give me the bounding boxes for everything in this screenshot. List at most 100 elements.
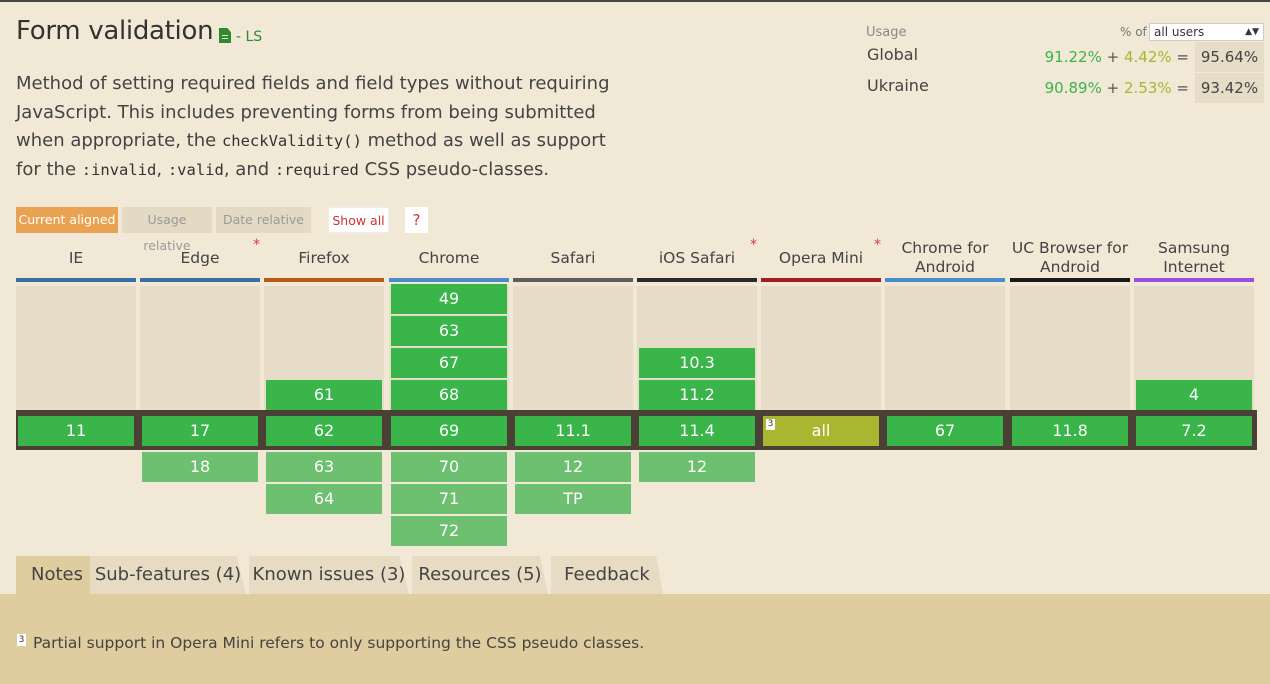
total-support-pct: 95.64% — [1195, 42, 1264, 72]
usage-label: Usage — [866, 25, 907, 40]
note-number: 3 — [17, 634, 26, 646]
user-scope-value: all users — [1154, 25, 1205, 39]
current-version-cell[interactable]: 11.1 — [515, 416, 631, 446]
version-label: 17 — [189, 421, 211, 440]
equals-sign: = — [1176, 79, 1189, 97]
usage-calc: 91.22% + 4.42% = — [1045, 48, 1189, 66]
current-version-cell[interactable]: 69 — [391, 416, 507, 446]
tab-resources[interactable]: Resources (5) — [412, 556, 548, 594]
past-versions-area — [761, 286, 881, 410]
browser-color-bar — [885, 278, 1005, 282]
browser-color-bar — [1134, 278, 1254, 282]
description-text: , — [156, 158, 168, 180]
user-scope-select[interactable]: all users ▲▼ — [1149, 23, 1264, 41]
version-cell[interactable]: 49 — [391, 284, 507, 314]
current-version-cell[interactable]: 11.8 — [1012, 416, 1128, 446]
browser-header-ie: IE — [16, 240, 136, 276]
description-text: CSS pseudo-classes. — [358, 158, 550, 180]
version-label: 7.2 — [1181, 421, 1207, 440]
version-cell[interactable]: 4 — [1136, 380, 1252, 410]
code-snippet: :invalid — [81, 160, 157, 179]
usage-row-global: Global 91.22% + 4.42% = 95.64% — [866, 42, 1264, 72]
version-cell[interactable]: 11.2 — [639, 380, 755, 410]
feature-description: Method of setting required fields and fi… — [16, 70, 616, 184]
show-all-button[interactable]: Show all — [328, 207, 389, 233]
browser-name: iOS Safari — [658, 248, 736, 267]
tab-sub-features[interactable]: Sub-features (4) — [90, 556, 246, 594]
current-version-cell[interactable]: 7.2 — [1136, 416, 1252, 446]
top-border — [0, 0, 1270, 2]
version-cell[interactable]: 70 — [391, 452, 507, 482]
asterisk-icon: * — [874, 237, 881, 253]
current-aligned-button[interactable]: Current aligned — [16, 207, 118, 233]
help-button[interactable]: ? — [405, 207, 428, 233]
past-versions-area — [1010, 286, 1130, 410]
browser-color-bar — [264, 278, 384, 282]
usage-calc: 90.89% + 2.53% = — [1045, 79, 1189, 97]
version-cell[interactable]: 12 — [515, 452, 631, 482]
browser-header-firefox: Firefox — [264, 240, 384, 276]
spec-status-label[interactable]: - LS — [236, 29, 262, 45]
version-cell[interactable]: 63 — [391, 316, 507, 346]
usage-row-ukraine: Ukraine 90.89% + 2.53% = 93.42% — [866, 73, 1264, 103]
code-snippet: checkValidity() — [221, 132, 362, 150]
browser-color-bar — [140, 278, 260, 282]
browser-name: UC Browser for Android — [1011, 239, 1129, 276]
tab-known-issues[interactable]: Known issues (3) — [249, 556, 409, 594]
code-snippet: :valid — [167, 160, 224, 179]
region-name: Ukraine — [867, 76, 929, 95]
tab-notes[interactable]: Notes — [16, 556, 98, 594]
select-arrows-icon: ▲▼ — [1245, 27, 1259, 37]
version-cell[interactable]: 67 — [391, 348, 507, 378]
browser-color-bar — [761, 278, 881, 282]
past-versions-area — [513, 286, 633, 410]
version-cell[interactable]: 63 — [266, 452, 382, 482]
version-cell[interactable]: 18 — [142, 452, 258, 482]
current-version-cell[interactable]: 11.4 — [639, 416, 755, 446]
browser-header-chrome: Chrome — [389, 240, 509, 276]
browser-color-bar — [389, 278, 509, 282]
browser-header-ios-safari: iOS Safari * — [637, 237, 757, 276]
past-versions-area — [16, 286, 136, 410]
document-icon[interactable] — [219, 28, 231, 43]
full-support-pct: 90.89% — [1044, 79, 1102, 97]
version-label: all — [811, 421, 831, 440]
description-text: , and — [223, 158, 275, 180]
version-label: 11 — [65, 421, 87, 440]
feature-title: Form validation — [16, 16, 214, 46]
version-cell[interactable]: 10.3 — [639, 348, 755, 378]
code-snippet: :required — [274, 160, 359, 179]
tab-feedback[interactable]: Feedback — [551, 556, 663, 594]
equals-sign: = — [1176, 48, 1189, 66]
version-cell[interactable]: TP — [515, 484, 631, 514]
date-relative-button[interactable]: Date relative — [216, 207, 311, 233]
region-name: Global — [867, 45, 919, 64]
version-cell[interactable]: 71 — [391, 484, 507, 514]
version-cell[interactable]: 61 — [266, 380, 382, 410]
version-cell[interactable]: 72 — [391, 516, 507, 546]
total-support-pct: 93.42% — [1195, 73, 1264, 103]
browser-name: Opera Mini — [778, 248, 864, 267]
version-cell[interactable]: 68 — [391, 380, 507, 410]
current-version-cell[interactable]: 62 — [266, 416, 382, 446]
browser-name: Chrome for Android — [901, 239, 989, 276]
version-cell[interactable]: 64 — [266, 484, 382, 514]
browser-name: Safari — [550, 248, 596, 267]
current-version-cell[interactable]: 11 — [18, 416, 134, 446]
version-label: 11.1 — [555, 421, 591, 440]
version-cell[interactable]: 12 — [639, 452, 755, 482]
note-marker[interactable]: 3 — [766, 419, 775, 430]
browser-color-bar — [1010, 278, 1130, 282]
partial-support-pct: 2.53% — [1123, 79, 1172, 97]
browser-name: IE — [68, 248, 84, 267]
percent-of-label: % of — [1120, 25, 1147, 39]
current-version-cell[interactable]: 17 — [142, 416, 258, 446]
current-version-cell[interactable]: all 3 — [763, 416, 879, 446]
browser-header-chrome-for-android: Chrome for Android — [885, 239, 1005, 276]
current-version-cell[interactable]: 67 — [887, 416, 1003, 446]
browser-header-opera-mini: Opera Mini * — [761, 237, 881, 276]
partial-support-pct: 4.42% — [1123, 48, 1172, 66]
full-support-pct: 91.22% — [1044, 48, 1102, 66]
asterisk-icon: * — [750, 237, 757, 253]
usage-relative-button[interactable]: Usage relative — [122, 207, 212, 253]
